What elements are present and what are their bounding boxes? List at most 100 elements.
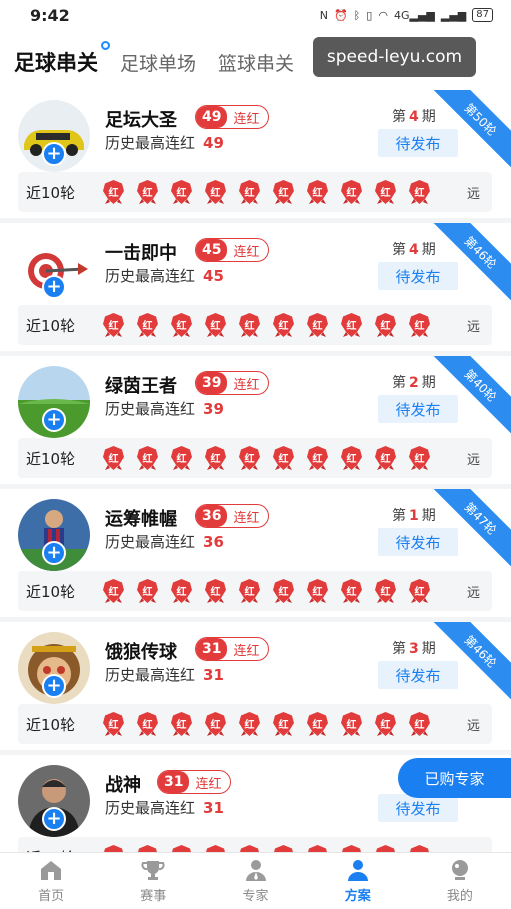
badge-label: 红 (176, 321, 187, 332)
win-badge-icon: 红 (170, 179, 193, 205)
expert-card[interactable]: + 足坛大圣 49 连红 历史最高连红 49 第 4 期待发布 第50轮 近10轮红红红红红红红红红… (0, 90, 511, 218)
far-label: 远 (466, 186, 480, 202)
win-badge-icon: 红 (170, 844, 193, 852)
recent-results-row[interactable]: 近10轮红红红红红红红红红红远 (18, 438, 492, 478)
streak-count: 31 (196, 638, 228, 660)
recent-label: 近10轮 (26, 449, 76, 468)
nav-matches[interactable]: 赛事 (102, 853, 204, 909)
badge-label: 红 (380, 454, 391, 465)
recent-results-row[interactable]: 近10轮红红红红红红红红红红远 (18, 305, 492, 345)
win-badge-icon: 红 (238, 445, 261, 471)
follow-plus-icon[interactable]: + (42, 807, 66, 831)
pending-button[interactable]: 待发布 (378, 129, 458, 157)
win-badge-icon: 红 (170, 445, 193, 471)
recent-results-row[interactable]: 近10轮红红红红红红红红红红远 (18, 172, 492, 212)
badge-label: 红 (278, 720, 289, 731)
expert-name: 足坛大圣 (105, 110, 177, 131)
win-badge-icon: 红 (102, 312, 125, 338)
far-label: 远 (466, 585, 480, 601)
bought-experts-button[interactable]: 已购专家 (398, 758, 511, 798)
follow-plus-icon[interactable]: + (42, 541, 66, 565)
plan-icon (347, 860, 368, 881)
streak-count: 49 (196, 106, 228, 128)
period-prefix: 第 (392, 641, 406, 657)
expert-card[interactable]: + 一击即中 45 连红 历史最高连红 45 第 4 期待发布 第46轮 近10轮红红红红红红红红红… (0, 223, 511, 351)
period-suffix: 期 (421, 375, 436, 391)
win-badge-icon: 红 (170, 711, 193, 737)
win-badge-icon: 红 (408, 711, 431, 737)
period-suffix: 期 (421, 242, 436, 258)
pending-button[interactable]: 待发布 (378, 262, 458, 290)
badge-label: 红 (210, 587, 221, 598)
win-badge-icon: 红 (204, 445, 227, 471)
win-badge-icon: 红 (238, 711, 261, 737)
streak-count: 31 (158, 771, 190, 793)
badge-label: 红 (414, 587, 425, 598)
bottom-nav: 首页 赛事 专家 方案 我的 (0, 852, 511, 909)
streak-badge: 36 连红 (195, 504, 269, 528)
tab-football-parlay[interactable]: 足球串关 (14, 41, 110, 77)
follow-plus-icon[interactable]: + (42, 408, 66, 432)
history-best: 历史最高连红 31 (105, 664, 224, 685)
recent-badges: 红红红红红红红红红红 (102, 578, 431, 604)
pending-button[interactable]: 待发布 (378, 794, 458, 822)
period-number: 3 (409, 641, 419, 657)
badge-label: 红 (346, 720, 357, 731)
nav-profile[interactable]: 我的 (409, 853, 511, 909)
badge-label: 红 (380, 720, 391, 731)
badge-label: 红 (346, 188, 357, 199)
streak-count: 45 (196, 239, 228, 261)
recent-label: 近10轮 (26, 183, 76, 202)
recent-results-row[interactable]: 近10轮红红红红红红红红红红远 (18, 571, 492, 611)
nav-experts[interactable]: 专家 (204, 853, 306, 909)
badge-label: 红 (278, 587, 289, 598)
status-bar: 9:42 N ⏰ ᛒ ▯ ◠ 4G▂▄▆ ▂▄▆ 87 (0, 0, 511, 30)
period-prefix: 第 (392, 508, 406, 524)
streak-badge: 45 连红 (195, 238, 269, 262)
win-badge-icon: 红 (102, 445, 125, 471)
nav-label: 赛事 (140, 889, 167, 904)
badge-label: 红 (414, 454, 425, 465)
pending-button[interactable]: 待发布 (378, 661, 458, 689)
badge-label: 红 (176, 188, 187, 199)
win-badge-icon: 红 (136, 179, 159, 205)
win-badge-icon: 红 (340, 578, 363, 604)
badge-label: 红 (142, 587, 153, 598)
badge-label: 红 (312, 321, 323, 332)
expert-card[interactable]: + 绿茵王者 39 连红 历史最高连红 39 第 2 期待发布 第40轮 近10轮红红红红红红红红红… (0, 356, 511, 484)
streak-label: 连红 (233, 244, 260, 260)
recent-results-row[interactable]: 近10轮红红红红红红红红红红远 (18, 704, 492, 744)
recent-results-row[interactable]: 近10轮红红红红红红红红红红远 (18, 837, 492, 852)
pending-button[interactable]: 待发布 (378, 528, 458, 556)
badge-label: 红 (312, 587, 323, 598)
badge-label: 红 (108, 454, 119, 465)
streak-label: 连红 (233, 643, 260, 659)
bluetooth-icon: ᛒ (353, 8, 361, 22)
badge-label: 红 (346, 454, 357, 465)
history-label: 历史最高连红 (105, 666, 196, 684)
pending-button[interactable]: 待发布 (378, 395, 458, 423)
expert-icon (245, 860, 266, 881)
win-badge-icon: 红 (374, 445, 397, 471)
badge-label: 红 (244, 454, 255, 465)
win-badge-icon: 红 (306, 711, 329, 737)
status-time: 9:42 (30, 5, 70, 25)
follow-plus-icon[interactable]: + (42, 275, 66, 299)
tab-basketball-parlay[interactable]: 篮球串关 (218, 49, 294, 76)
expert-list[interactable]: + 足坛大圣 49 连红 历史最高连红 49 第 4 期待发布 第50轮 近10轮红红红红红红红红红… (0, 90, 511, 852)
expert-card[interactable]: + 饿狼传球 31 连红 历史最高连红 31 第 3 期待发布 第46轮 近10轮红红红红红红红红红… (0, 622, 511, 750)
badge-label: 红 (176, 720, 187, 731)
alarm-icon: ⏰ (333, 8, 348, 22)
tab-label: 足球串关 (14, 51, 98, 75)
nav-label: 首页 (38, 889, 65, 904)
badge-label: 红 (380, 321, 391, 332)
expert-card[interactable]: + 运筹帷幄 36 连红 历史最高连红 36 第 1 期待发布 第47轮 近10轮红红红红红红红红红… (0, 489, 511, 617)
follow-plus-icon[interactable]: + (42, 674, 66, 698)
nav-home[interactable]: 首页 (0, 853, 102, 909)
tab-football-single[interactable]: 足球单场 (120, 49, 196, 76)
win-badge-icon: 红 (204, 578, 227, 604)
nav-plans[interactable]: 方案 (307, 853, 409, 909)
follow-plus-icon[interactable]: + (42, 142, 66, 166)
history-best: 历史最高连红 49 (105, 132, 224, 153)
nav-label: 专家 (242, 889, 269, 904)
